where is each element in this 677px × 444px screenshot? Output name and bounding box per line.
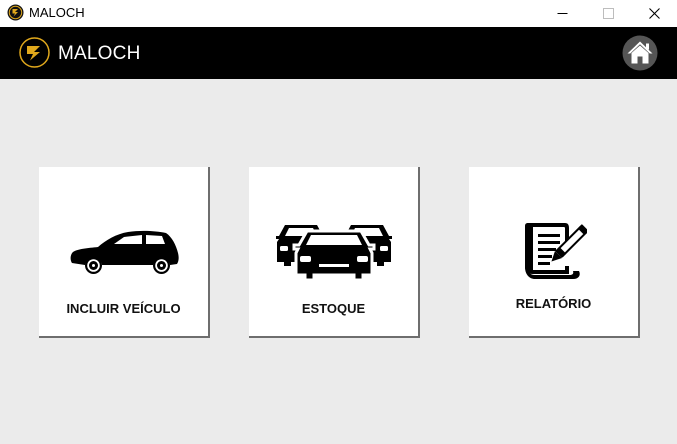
cars-icon: [276, 225, 392, 282]
estoque-button[interactable]: ESTOQUE: [249, 167, 420, 338]
incluir-veiculo-label: INCLUIR VEÍCULO: [66, 301, 181, 316]
maximize-icon: [602, 8, 614, 19]
maloch-logo-icon: [19, 37, 50, 68]
window-title: MALOCH: [29, 5, 85, 20]
estoque-label: ESTOQUE: [301, 301, 366, 316]
app-name: MALOCH: [58, 43, 141, 64]
car-icon: [70, 230, 179, 274]
minimize-button[interactable]: [539, 0, 585, 27]
app-header: MALOCH: [0, 27, 677, 79]
report-icon: [525, 223, 587, 279]
incluir-veiculo-button[interactable]: INCLUIR VEÍCULO: [39, 167, 210, 338]
window-titlebar: MALOCH: [0, 0, 677, 27]
home-button[interactable]: [622, 35, 658, 71]
minimize-icon: [557, 13, 567, 14]
close-icon: [648, 8, 660, 19]
close-button[interactable]: [631, 0, 677, 27]
app-icon: [7, 4, 24, 21]
relatorio-label: RELATÓRIO: [515, 296, 592, 311]
main-area: INCLUIR VEÍCULO ESTOQUE RELATÓRIO: [0, 79, 677, 444]
relatorio-button[interactable]: RELATÓRIO: [469, 167, 640, 338]
maximize-button[interactable]: [585, 0, 631, 27]
